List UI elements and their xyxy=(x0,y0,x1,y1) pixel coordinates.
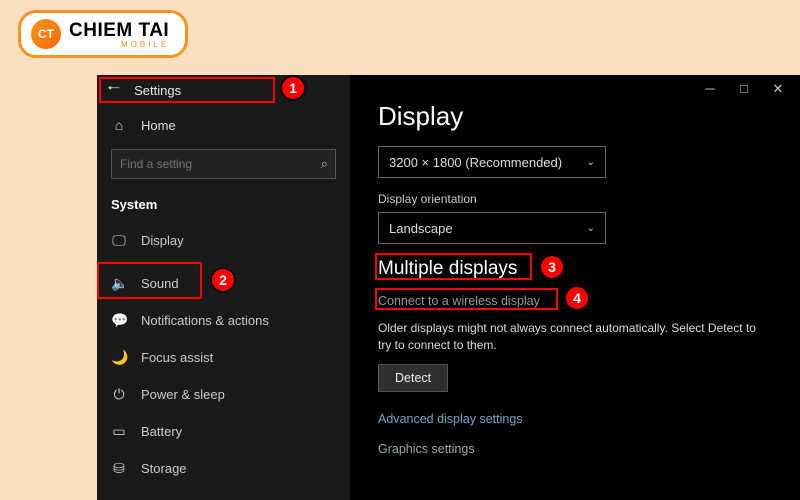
step-badge-3: 3 xyxy=(539,254,565,280)
window-title: Settings xyxy=(134,83,181,98)
dropdown-value: 3200 × 1800 (Recommended) xyxy=(389,155,562,170)
logo-text: CHIEM TAI xyxy=(69,20,169,42)
sidebar-item-label: Home xyxy=(141,118,176,133)
resolution-dropdown[interactable]: 3200 × 1800 (Recommended) ⌄ xyxy=(378,146,606,178)
sound-icon: 🔈 xyxy=(111,275,127,292)
orientation-label: Display orientation xyxy=(378,192,772,206)
chevron-down-icon: ⌄ xyxy=(587,223,595,234)
sidebar-item-notifications[interactable]: 💬 Notifications & actions xyxy=(97,302,350,339)
orientation-dropdown[interactable]: Landscape ⌄ xyxy=(378,212,606,244)
sidebar-item-storage[interactable]: ⛁ Storage xyxy=(97,450,350,487)
step-badge-1: 1 xyxy=(280,75,306,101)
step-badge-2: 2 xyxy=(210,267,236,293)
sidebar-item-label: Focus assist xyxy=(141,350,213,365)
close-button[interactable]: ✕ xyxy=(772,81,784,97)
sidebar-item-battery[interactable]: ▭ Battery xyxy=(97,413,350,450)
minimize-button[interactable]: ─ xyxy=(704,81,716,97)
window-controls: ─ □ ✕ xyxy=(688,75,800,103)
older-displays-desc: Older displays might not always connect … xyxy=(378,320,758,354)
sidebar-item-label: Notifications & actions xyxy=(141,313,269,328)
display-icon: 🖵 xyxy=(111,232,127,249)
home-icon: ⌂ xyxy=(111,117,127,133)
logo-subtext: MOBILE xyxy=(121,40,169,49)
sidebar-item-home[interactable]: ⌂ Home xyxy=(97,109,350,141)
notifications-icon: 💬 xyxy=(111,312,127,329)
sidebar-item-power[interactable]: ⏻ Power & sleep xyxy=(97,376,350,413)
storage-icon: ⛁ xyxy=(111,460,127,477)
sidebar-item-label: Sound xyxy=(141,276,179,291)
titlebar-left: 🠐 Settings xyxy=(97,75,350,105)
page-title: Display xyxy=(378,101,772,132)
graphics-settings-link[interactable]: Graphics settings xyxy=(378,442,772,456)
step-badge-4: 4 xyxy=(564,285,590,311)
sidebar-item-label: Storage xyxy=(141,461,187,476)
sidebar-item-focus-assist[interactable]: 🌙 Focus assist xyxy=(97,339,350,376)
sidebar-item-label: Display xyxy=(141,233,184,248)
category-label: System xyxy=(97,185,350,222)
dropdown-value: Landscape xyxy=(389,221,453,236)
advanced-display-link[interactable]: Advanced display settings xyxy=(378,412,772,426)
settings-window: 🠐 Settings ⌂ Home ⌕ System 🖵 Display 🔈 S… xyxy=(97,75,800,500)
brand-logo: CT CHIEM TAI MOBILE xyxy=(18,10,188,58)
multiple-displays-heading: Multiple displays xyxy=(378,258,772,280)
power-icon: ⏻ xyxy=(111,386,127,403)
battery-icon: ▭ xyxy=(111,423,127,440)
back-arrow-icon[interactable]: 🠐 xyxy=(107,78,120,103)
sidebar-item-display[interactable]: 🖵 Display xyxy=(97,222,350,259)
detect-button[interactable]: Detect xyxy=(378,364,448,392)
chevron-down-icon: ⌄ xyxy=(587,157,595,168)
maximize-button[interactable]: □ xyxy=(738,81,750,97)
focus-assist-icon: 🌙 xyxy=(111,349,127,366)
sidebar-item-label: Battery xyxy=(141,424,182,439)
sidebar-item-label: Power & sleep xyxy=(141,387,225,402)
search-input[interactable] xyxy=(111,149,336,179)
logo-badge: CT xyxy=(31,19,61,49)
